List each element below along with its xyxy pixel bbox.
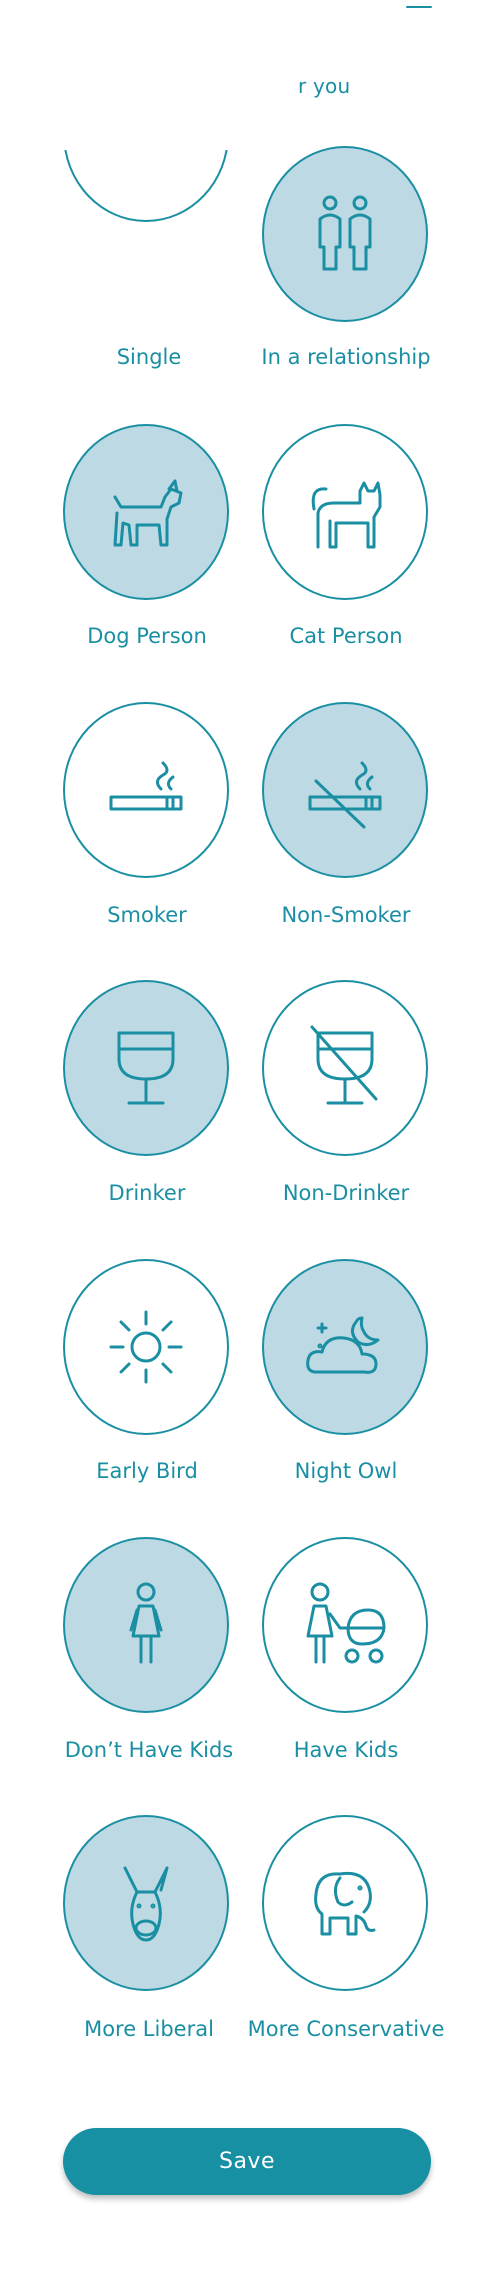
cigarette-icon bbox=[109, 761, 183, 811]
option-in-a-relationship[interactable] bbox=[262, 146, 428, 322]
option-label-drinker: Drinker bbox=[108, 1181, 186, 1205]
dog-icon bbox=[113, 479, 183, 547]
top-divider bbox=[406, 6, 432, 8]
wine-glass-icon bbox=[117, 1031, 175, 1105]
option-label-single: Single bbox=[116, 345, 182, 369]
option-label-dont-have-kids: Don’t Have Kids bbox=[64, 1738, 234, 1762]
option-label-dog-person: Dog Person bbox=[87, 624, 207, 648]
option-non-drinker[interactable] bbox=[262, 980, 428, 1156]
single-icon bbox=[103, 150, 193, 198]
option-label-early-bird: Early Bird bbox=[96, 1459, 198, 1483]
option-drinker[interactable] bbox=[63, 980, 229, 1156]
option-more-liberal[interactable] bbox=[63, 1815, 229, 1991]
option-dont-have-kids[interactable] bbox=[63, 1537, 229, 1713]
elephant-icon bbox=[314, 1871, 376, 1936]
option-label-more-conservative: More Conservative bbox=[247, 2017, 445, 2041]
option-night-owl[interactable] bbox=[262, 1259, 428, 1435]
option-label-cat-person: Cat Person bbox=[289, 624, 403, 648]
donkey-icon bbox=[123, 1866, 169, 1942]
no-smoking-icon bbox=[308, 761, 382, 829]
option-label-smoker: Smoker bbox=[107, 903, 187, 927]
option-label-non-drinker: Non-Drinker bbox=[282, 1181, 410, 1205]
option-single[interactable] bbox=[63, 150, 233, 326]
option-label-in-a-relationship: In a relationship bbox=[261, 345, 431, 369]
option-label-more-liberal: More Liberal bbox=[84, 2017, 214, 2041]
option-non-smoker[interactable] bbox=[262, 702, 428, 878]
option-label-have-kids: Have Kids bbox=[293, 1738, 399, 1762]
option-dog-person[interactable] bbox=[63, 424, 229, 600]
option-label-non-smoker: Non-Smoker bbox=[281, 903, 411, 927]
option-cat-person[interactable] bbox=[262, 424, 428, 600]
couple-icon bbox=[318, 195, 372, 271]
option-label-night-owl: Night Owl bbox=[294, 1459, 398, 1483]
moon-cloud-icon bbox=[306, 1316, 380, 1374]
option-more-conservative[interactable] bbox=[262, 1815, 428, 1991]
option-early-bird[interactable] bbox=[63, 1259, 229, 1435]
woman-stroller-icon bbox=[306, 1582, 386, 1664]
no-drinking-icon bbox=[310, 1025, 378, 1105]
sun-icon bbox=[109, 1310, 183, 1384]
section-heading-partial: r you bbox=[298, 74, 351, 98]
woman-icon bbox=[129, 1582, 163, 1664]
save-button[interactable]: Save bbox=[63, 2128, 431, 2195]
cat-icon bbox=[311, 481, 382, 549]
option-have-kids[interactable] bbox=[262, 1537, 428, 1713]
option-smoker[interactable] bbox=[63, 702, 229, 878]
